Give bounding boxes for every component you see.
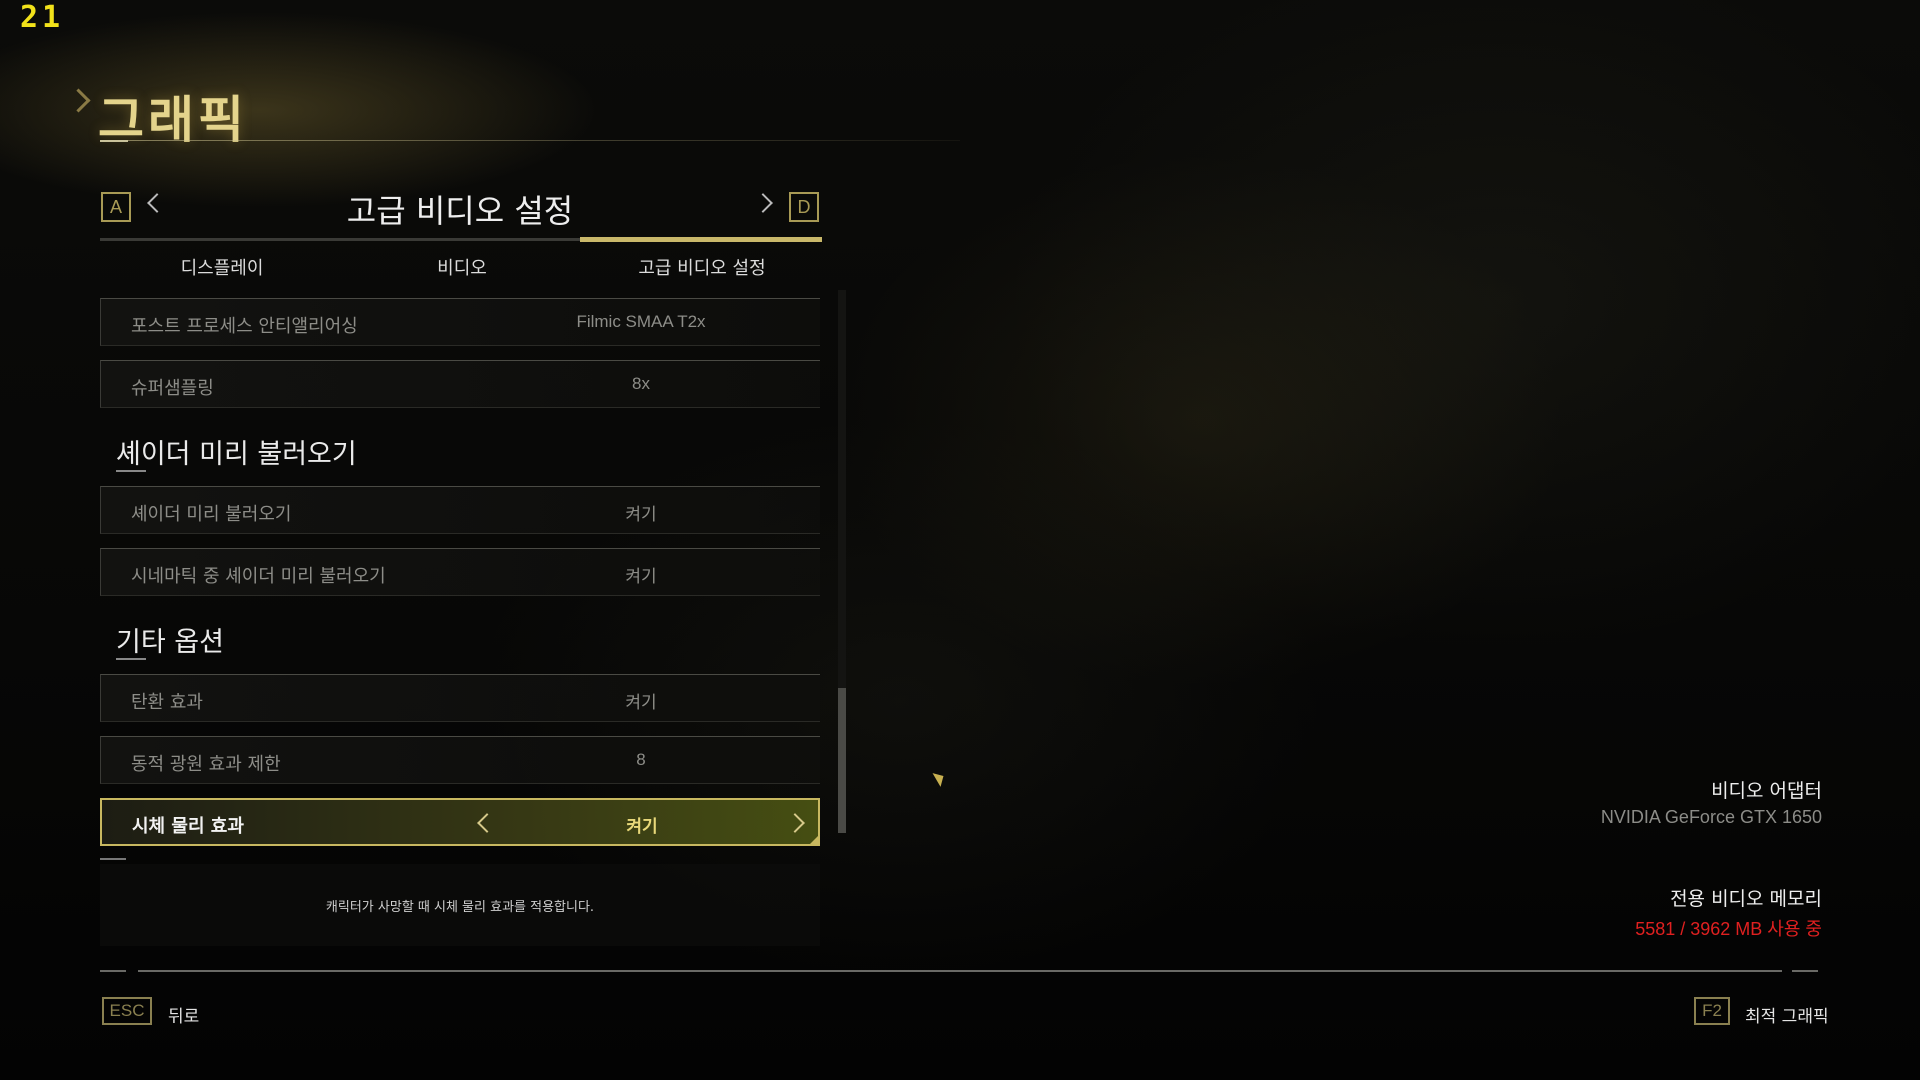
setting-label: 탄환 효과 <box>131 692 203 713</box>
title-divider <box>100 140 960 141</box>
footer-divider-tick <box>1792 970 1818 972</box>
description-tick <box>100 858 126 860</box>
setting-value: 켜기 <box>625 693 657 712</box>
footer-divider-tick <box>100 970 126 972</box>
active-tab-indicator <box>580 237 822 242</box>
video-adapter-value: NVIDIA GeForce GTX 1650 <box>1600 807 1822 827</box>
group-title-shader: 셰이더 미리 불러오기 <box>116 439 357 470</box>
video-adapter-label: 비디오 어댑터 <box>1711 780 1822 802</box>
group-title-underline <box>116 470 146 472</box>
tab-advanced-video[interactable]: 고급 비디오 설정 <box>582 254 822 280</box>
graphics-settings-screen: 21 그래픽 A 고급 비디오 설정 D 디스플레이 비디오 고급 비디오 설정… <box>0 0 1920 1080</box>
setting-value: 8 <box>636 750 646 769</box>
setting-value: 8x <box>632 374 650 393</box>
tab-video[interactable]: 비디오 <box>342 254 582 280</box>
footer-divider <box>138 970 1782 972</box>
setting-row-supersampling[interactable]: 슈퍼샘플링 8x <box>100 360 820 408</box>
mouse-cursor-icon <box>932 769 948 787</box>
setting-value: Filmic SMAA T2x <box>576 312 706 331</box>
video-memory-label: 전용 비디오 메모리 <box>1670 888 1822 910</box>
setting-row-ragdoll[interactable]: 시체 물리 효과 켜기 <box>100 798 820 846</box>
video-memory-value: 5581 / 3962 MB 사용 중 <box>1635 919 1822 939</box>
tab-display[interactable]: 디스플레이 <box>102 254 342 280</box>
title-divider-tick <box>100 140 128 142</box>
setting-value: 켜기 <box>625 567 657 586</box>
group-title-underline <box>116 658 146 660</box>
setting-label: 셰이더 미리 불러오기 <box>131 504 292 525</box>
setting-row-dynamic-light[interactable]: 동적 광원 효과 제한 8 <box>100 736 820 784</box>
setting-row-shell-effect[interactable]: 탄환 효과 켜기 <box>100 674 820 722</box>
setting-label: 시네마틱 중 셰이더 미리 불러오기 <box>131 566 386 587</box>
description-text: 캐릭터가 사망할 때 시체 물리 효과를 적용합니다. <box>325 900 595 915</box>
setting-value: 켜기 <box>626 817 658 836</box>
fps-counter: 21 <box>20 0 65 35</box>
setting-row-shader-preload[interactable]: 셰이더 미리 불러오기 켜기 <box>100 486 820 534</box>
f2-key-badge[interactable]: F2 <box>1694 997 1730 1025</box>
setting-row-post-aa[interactable]: 포스트 프로세스 안티앨리어싱 Filmic SMAA T2x <box>100 298 820 346</box>
description-box: 캐릭터가 사망할 때 시체 물리 효과를 적용합니다. <box>100 864 820 946</box>
setting-label: 포스트 프로세스 안티앨리어싱 <box>131 316 358 337</box>
esc-key-badge[interactable]: ESC <box>102 997 152 1025</box>
setting-label: 시체 물리 효과 <box>132 816 244 837</box>
back-label[interactable]: 뒤로 <box>168 1002 199 1027</box>
chevron-right-icon[interactable] <box>785 813 805 833</box>
setting-value: 켜기 <box>625 505 657 524</box>
section-title: 고급 비디오 설정 <box>346 192 574 230</box>
optimal-graphics-label[interactable]: 최적 그래픽 <box>1745 1002 1829 1027</box>
setting-row-cinematic-shader[interactable]: 시네마틱 중 셰이더 미리 불러오기 켜기 <box>100 548 820 596</box>
setting-label: 동적 광원 효과 제한 <box>131 754 281 775</box>
chevron-left-icon[interactable] <box>477 813 497 833</box>
setting-label: 슈퍼샘플링 <box>131 378 214 399</box>
next-section-key[interactable]: D <box>789 192 819 222</box>
scrollbar-thumb[interactable] <box>838 688 846 833</box>
chevron-right-icon <box>66 88 91 113</box>
selection-corner-mark <box>810 836 818 844</box>
group-title-other: 기타 옵션 <box>116 627 224 658</box>
